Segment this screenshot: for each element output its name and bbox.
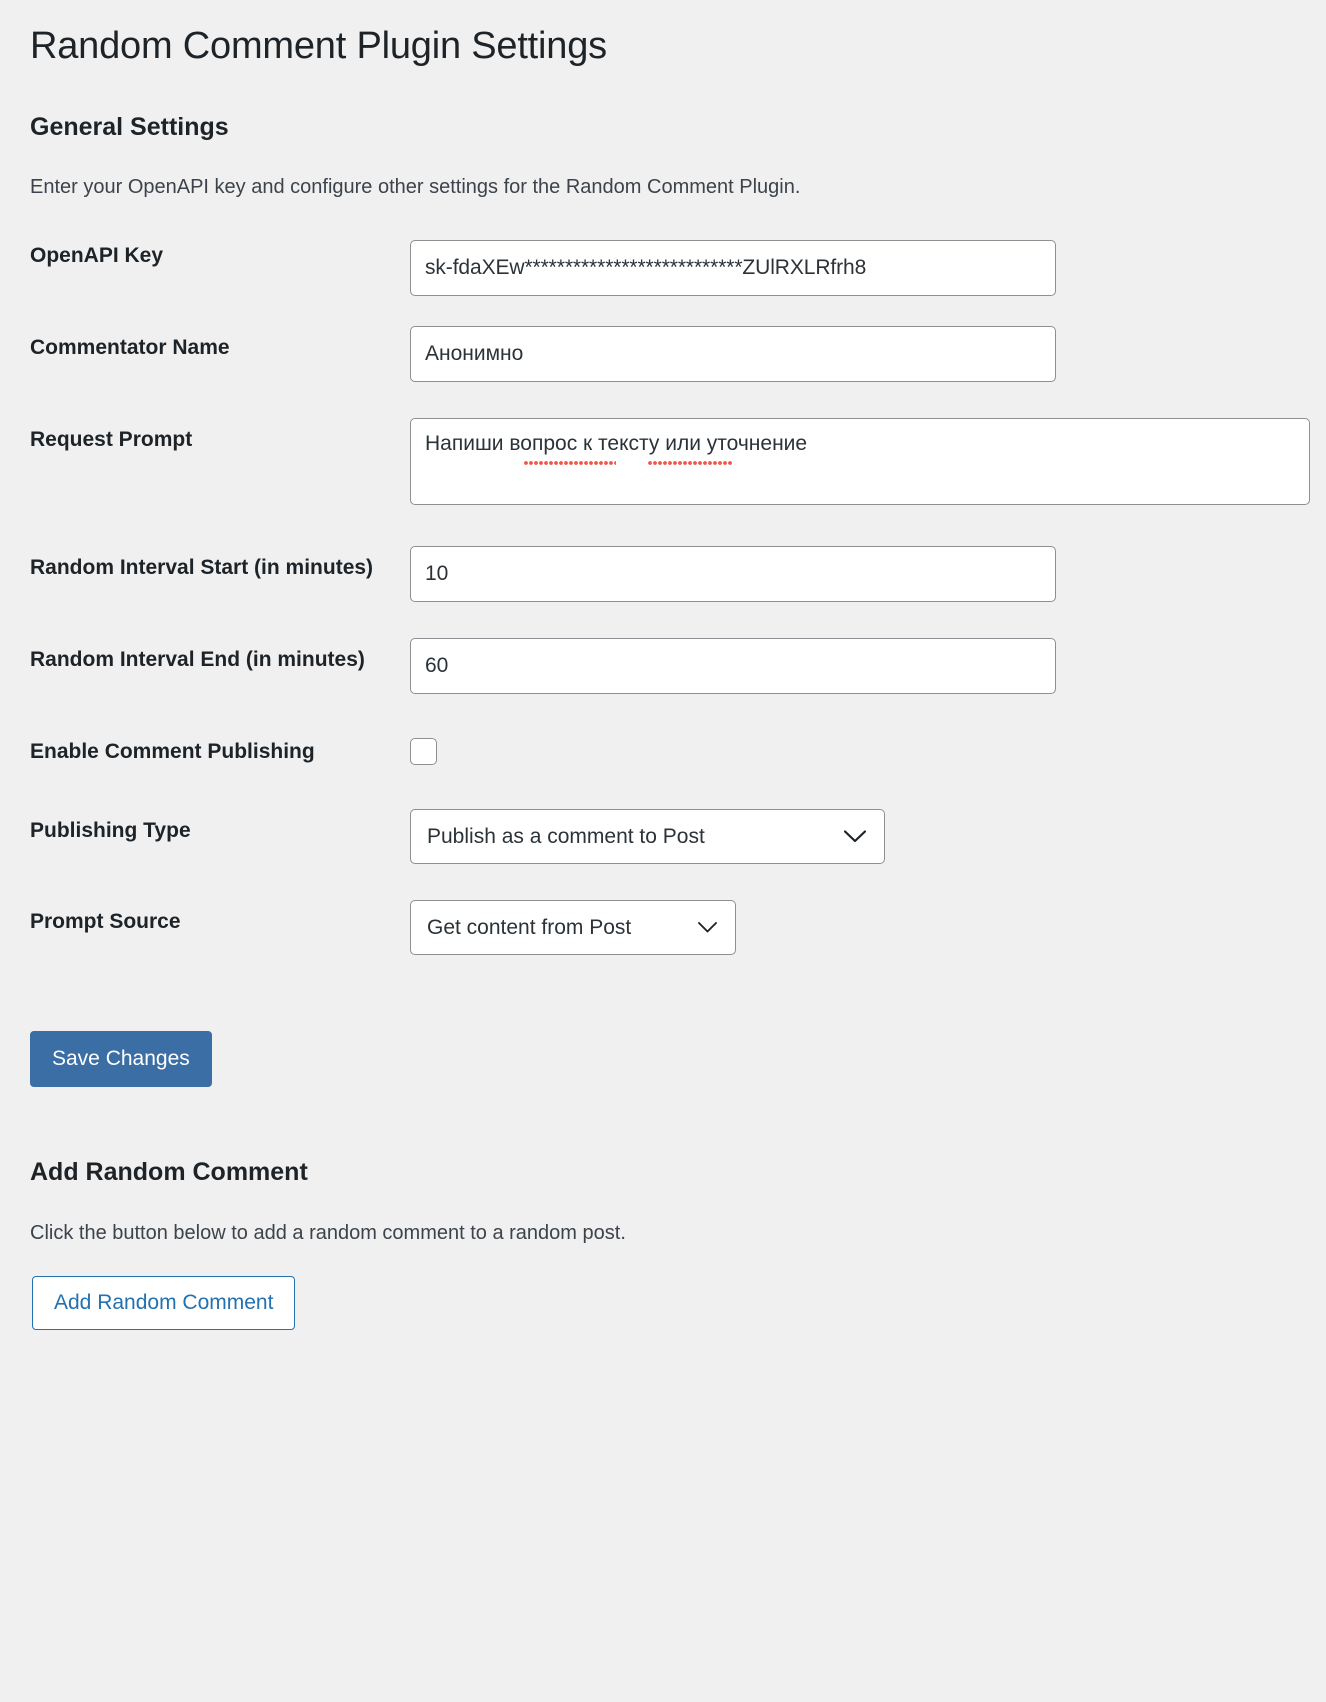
add-random-comment-heading: Add Random Comment	[30, 1158, 308, 1186]
add-random-comment-description: Click the button below to add a random c…	[30, 1222, 626, 1244]
publishing-type-selected-value: Publish as a comment to Post	[427, 825, 705, 848]
label-interval-start: Random Interval Start (in minutes)	[30, 556, 374, 579]
label-enable-publishing: Enable Comment Publishing	[30, 740, 315, 763]
row-enable-publishing: Enable Comment Publishing	[0, 712, 1326, 791]
save-changes-button[interactable]: Save Changes	[30, 1031, 212, 1087]
openapi-key-input[interactable]	[410, 240, 1056, 296]
label-commentator-name: Commentator Name	[30, 336, 230, 359]
add-random-comment-button[interactable]: Add Random Comment	[32, 1276, 296, 1330]
label-openapi-key: OpenAPI Key	[30, 244, 164, 267]
settings-form-table: OpenAPI Key Commentator Name Request Pro…	[0, 228, 1326, 973]
interval-end-input[interactable]	[410, 638, 1056, 694]
settings-page: Random Comment Plugin Settings General S…	[0, 0, 1326, 1702]
interval-start-input[interactable]	[410, 546, 1056, 602]
general-settings-description: Enter your OpenAPI key and configure oth…	[30, 176, 801, 198]
label-publishing-type: Publishing Type	[30, 819, 191, 842]
chevron-down-icon	[698, 901, 717, 954]
page-title: Random Comment Plugin Settings	[30, 25, 607, 67]
row-request-prompt: Request Prompt	[0, 400, 1326, 528]
request-prompt-textarea[interactable]	[410, 418, 1310, 505]
commentator-name-input[interactable]	[410, 326, 1056, 382]
general-settings-heading: General Settings	[30, 113, 229, 141]
prompt-source-select[interactable]: Get content from Post	[410, 900, 736, 955]
row-interval-end: Random Interval End (in minutes)	[0, 620, 1326, 712]
label-request-prompt: Request Prompt	[30, 428, 193, 451]
label-interval-end: Random Interval End (in minutes)	[30, 648, 365, 671]
row-prompt-source: Prompt Source Get content from Post	[0, 882, 1326, 973]
row-commentator-name: Commentator Name	[0, 308, 1326, 400]
row-publishing-type: Publishing Type Publish as a comment to …	[0, 791, 1326, 882]
publishing-type-select[interactable]: Publish as a comment to Post	[410, 809, 885, 864]
save-area: Save Changes	[0, 1031, 1326, 1087]
label-prompt-source: Prompt Source	[30, 910, 181, 933]
chevron-down-icon	[844, 810, 866, 863]
row-openapi-key: OpenAPI Key	[0, 228, 1326, 308]
enable-comment-publishing-checkbox[interactable]	[410, 738, 437, 765]
request-prompt-wrapper	[410, 418, 1310, 510]
prompt-source-selected-value: Get content from Post	[427, 916, 632, 939]
row-interval-start: Random Interval Start (in minutes)	[0, 528, 1326, 620]
